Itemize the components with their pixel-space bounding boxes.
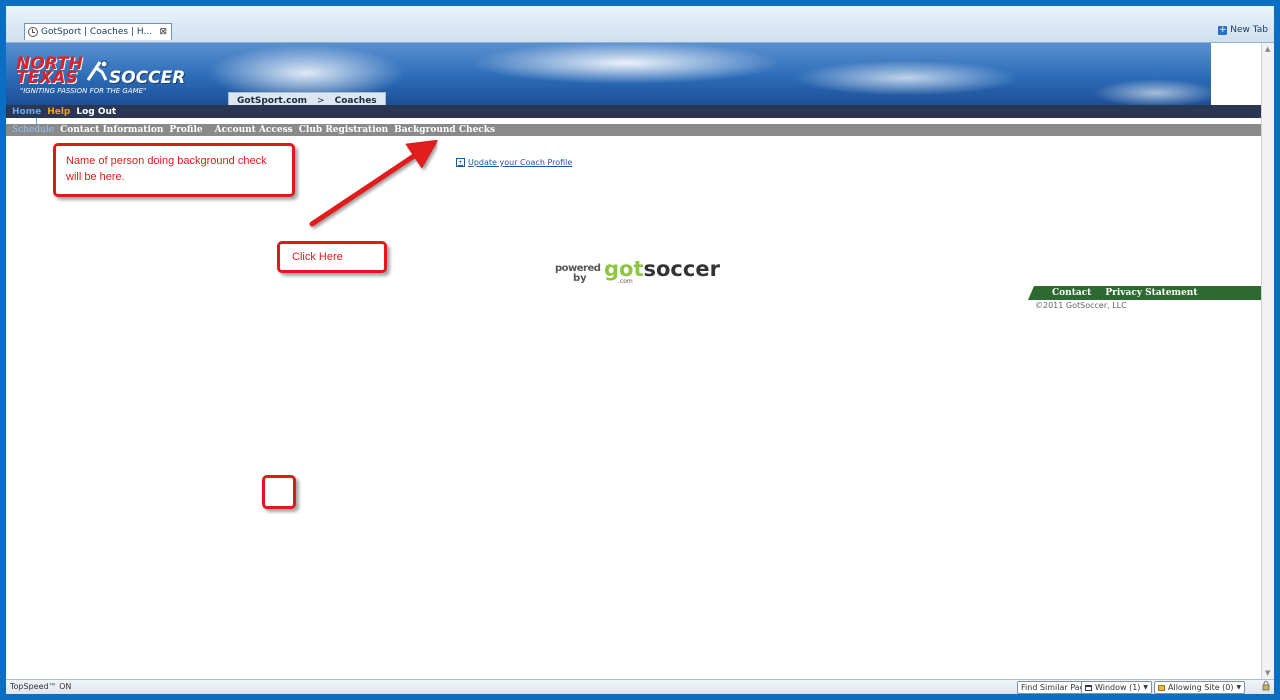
powered-by-gotsoccer-logo[interactable]: powered by gotsoccer .com bbox=[555, 257, 735, 289]
sub-nav: Schedule Contact Information Profile Acc… bbox=[6, 124, 1261, 136]
chevron-down-icon: ▼ bbox=[1236, 684, 1242, 691]
footer-links: Contact Privacy Statement bbox=[1028, 286, 1261, 300]
browser-tab[interactable]: GotSport | Coaches | H... ⊠ bbox=[24, 23, 172, 40]
brand-com: .com bbox=[618, 278, 633, 285]
nav-home[interactable]: Home bbox=[12, 107, 41, 117]
logo-text-texas: TEXAS bbox=[16, 68, 78, 88]
tab-close-icon[interactable]: ⊠ bbox=[159, 27, 167, 37]
browser-window: GotSport | Coaches | H... ⊠ + New Tab ▲ … bbox=[6, 6, 1274, 694]
subnav-club-registration[interactable]: Club Registration bbox=[299, 125, 388, 135]
subnav-account-access[interactable]: Account Access bbox=[215, 125, 293, 135]
update-coach-profile-link[interactable]: + Update your Coach Profile bbox=[456, 158, 572, 167]
breadcrumb-separator: > bbox=[317, 95, 325, 106]
allowing-site-button[interactable]: Allowing Site (0) ▼ bbox=[1154, 681, 1246, 694]
clock-icon bbox=[28, 27, 38, 37]
nav-help[interactable]: Help bbox=[47, 107, 70, 117]
powered-by-word: by bbox=[573, 273, 587, 284]
lock-icon[interactable] bbox=[1262, 681, 1270, 691]
tab-strip: GotSport | Coaches | H... ⊠ + New Tab bbox=[6, 6, 1274, 43]
subnav-schedule[interactable]: Schedule bbox=[12, 125, 54, 135]
expand-icon: + bbox=[456, 158, 465, 167]
footer-contact-link[interactable]: Contact bbox=[1052, 288, 1091, 298]
scroll-down-icon[interactable]: ▼ bbox=[1265, 669, 1270, 677]
tab-title: GotSport | Coaches | H... bbox=[41, 27, 153, 37]
chevron-down-icon: ▼ bbox=[1143, 684, 1149, 691]
subnav-contact-information[interactable]: Contact Information bbox=[60, 125, 163, 135]
update-coach-profile-label: Update your Coach Profile bbox=[468, 158, 573, 167]
allowing-site-label: Allowing Site (0) bbox=[1168, 683, 1234, 692]
folder-icon bbox=[1158, 684, 1165, 691]
subnav-profile[interactable]: Profile bbox=[169, 125, 202, 135]
new-tab-button[interactable]: + New Tab bbox=[1218, 25, 1268, 35]
breadcrumb-site-link[interactable]: GotSport.com bbox=[237, 96, 307, 106]
annotation-empty-box bbox=[262, 475, 296, 509]
soccer-player-icon bbox=[86, 60, 108, 81]
copyright: ©2011 GotSoccer, LLC bbox=[1035, 301, 1127, 310]
nav-logout[interactable]: Log Out bbox=[76, 107, 116, 117]
window-button[interactable]: Window (1) ▼ bbox=[1081, 681, 1153, 694]
subnav-background-checks[interactable]: Background Checks bbox=[394, 125, 495, 135]
logo-text-soccer: SOCCER bbox=[109, 68, 186, 88]
logo-tagline: "IGNITING PASSION FOR THE GAME" bbox=[20, 87, 147, 95]
vertical-scrollbar[interactable]: ▲ ▼ bbox=[1261, 43, 1274, 679]
scroll-up-icon[interactable]: ▲ bbox=[1265, 45, 1270, 53]
window-icon bbox=[1085, 684, 1092, 691]
plus-icon: + bbox=[1218, 24, 1228, 35]
brand-soccer: soccer bbox=[643, 257, 720, 281]
footer-privacy-link[interactable]: Privacy Statement bbox=[1105, 288, 1197, 298]
new-tab-label: New Tab bbox=[1230, 25, 1268, 35]
breadcrumb-section[interactable]: Coaches bbox=[335, 96, 377, 106]
browser-status-bar: TopSpeed™ ON Find Similar Pages Window (… bbox=[6, 679, 1274, 694]
north-texas-soccer-logo[interactable]: NORTH TEXAS SOCCER "IGNITING PASSION FOR… bbox=[16, 54, 206, 95]
main-nav: Home Help Log Out bbox=[6, 105, 1261, 118]
window-label: Window (1) bbox=[1095, 683, 1141, 692]
annotation-click-here: Click Here bbox=[277, 241, 387, 273]
topspeed-status[interactable]: TopSpeed™ ON bbox=[10, 682, 71, 691]
annotation-callout-name: Name of person doing background check wi… bbox=[53, 143, 295, 197]
